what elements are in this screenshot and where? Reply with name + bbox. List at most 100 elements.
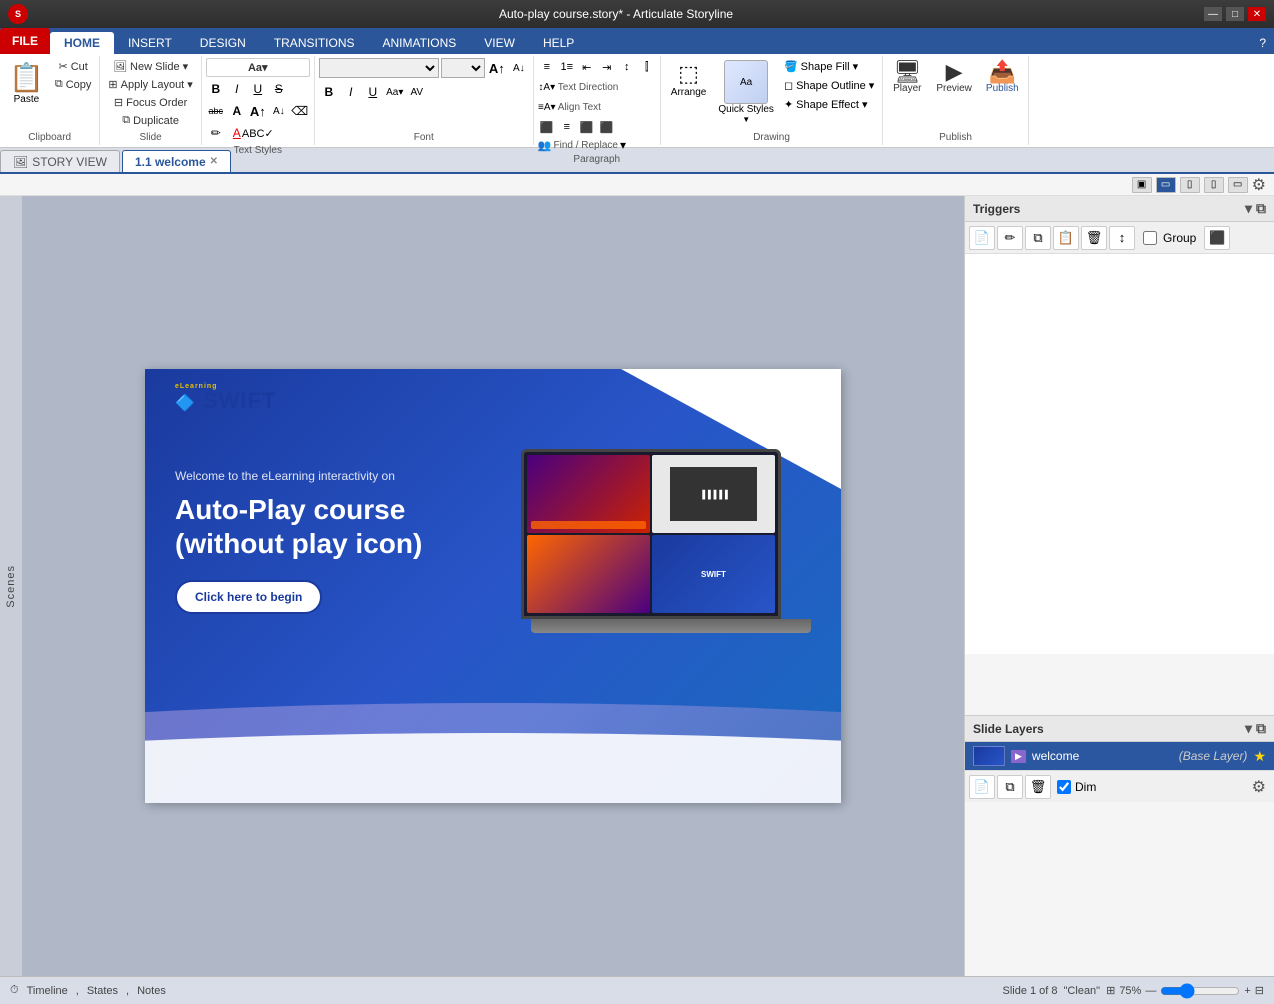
- shape-outline-button[interactable]: ◻ Shape Outline▾: [780, 77, 878, 94]
- player-button[interactable]: 🖥 Player: [887, 58, 927, 97]
- cut-button[interactable]: ✂ Cut: [51, 58, 96, 75]
- view-portrait-btn[interactable]: ▯: [1180, 177, 1200, 193]
- font-size-select[interactable]: [441, 58, 485, 78]
- maximize-button[interactable]: □: [1226, 7, 1244, 21]
- clear-format-btn[interactable]: ⌫: [290, 101, 310, 121]
- new-layer-btn[interactable]: 📄: [969, 775, 995, 799]
- layer-settings-btn[interactable]: ⚙: [1248, 777, 1270, 797]
- align-left-btn[interactable]: ⬛: [538, 118, 556, 136]
- view-normal-btn[interactable]: ▣: [1132, 177, 1152, 193]
- base-layer-item[interactable]: ▶ welcome (Base Layer) ★: [965, 742, 1274, 770]
- font-color-btn[interactable]: A: [227, 101, 247, 121]
- decrease-font-btn[interactable]: A↓: [509, 58, 529, 78]
- fit-page-icon[interactable]: ⊞: [1106, 984, 1115, 997]
- focus-order-button[interactable]: ⊟ Focus Order: [104, 94, 196, 111]
- duplicate-button[interactable]: ⧉ Duplicate: [104, 112, 196, 129]
- indent-dec-btn[interactable]: ⇤: [578, 58, 596, 76]
- triggers-extra-btn[interactable]: ⬛: [1204, 226, 1230, 250]
- minimize-button[interactable]: —: [1204, 7, 1222, 21]
- highlight-btn[interactable]: ✏: [206, 123, 226, 143]
- tab-file[interactable]: FILE: [0, 28, 50, 54]
- canvas-area[interactable]: eLearning 🔷 SWIFT Welcome to the eLearni…: [22, 196, 964, 976]
- align-right-btn[interactable]: ⬛: [578, 118, 596, 136]
- find-replace-label[interactable]: Find / Replace: [553, 140, 617, 151]
- move-trigger-btn[interactable]: ↕: [1109, 226, 1135, 250]
- tab-insert[interactable]: INSERT: [114, 32, 186, 54]
- story-view-tab[interactable]: 🖼 STORY VIEW: [0, 150, 120, 172]
- view-fit-btn[interactable]: ▭: [1156, 177, 1176, 193]
- italic-btn2[interactable]: I: [341, 82, 361, 102]
- new-trigger-btn[interactable]: 📄: [969, 226, 995, 250]
- delete-layer-btn[interactable]: 🗑: [1025, 775, 1051, 799]
- shape-effect-button[interactable]: ✦ Shape Effect▾: [780, 96, 878, 113]
- font-family-select[interactable]: [319, 58, 439, 78]
- group-checkbox[interactable]: [1143, 231, 1157, 245]
- tab-view[interactable]: VIEW: [470, 32, 529, 54]
- apply-layout-button[interactable]: ⊞ Apply Layout▾: [104, 76, 196, 93]
- close-button[interactable]: ✕: [1248, 7, 1266, 21]
- copy-layer-btn[interactable]: ⧉: [997, 775, 1023, 799]
- underline-btn2[interactable]: U: [363, 82, 383, 102]
- layers-collapse-btn[interactable]: ▾: [1245, 720, 1252, 737]
- zoom-out-btn[interactable]: —: [1145, 985, 1156, 997]
- view-mobile-btn[interactable]: ▭: [1228, 177, 1248, 193]
- increase-font-btn[interactable]: A↑: [487, 58, 507, 78]
- columns-btn[interactable]: ⫿: [638, 58, 656, 76]
- tab-animations[interactable]: ANIMATIONS: [368, 32, 470, 54]
- bold-button[interactable]: B: [206, 79, 226, 99]
- bullets-btn[interactable]: ≡: [538, 58, 556, 76]
- new-slide-button[interactable]: 🖼 New Slide▾: [104, 58, 196, 75]
- fit-screen-btn[interactable]: ⊟: [1255, 984, 1264, 997]
- slide-tab-welcome[interactable]: 1.1 welcome ✕: [122, 150, 231, 172]
- paste-trigger-btn[interactable]: 📋: [1053, 226, 1079, 250]
- notes-label[interactable]: Notes: [137, 985, 166, 997]
- triggers-collapse-btn[interactable]: ▾: [1245, 200, 1252, 217]
- tab-close-button[interactable]: ✕: [210, 156, 218, 167]
- tab-design[interactable]: DESIGN: [186, 32, 260, 54]
- tab-transitions[interactable]: TRANSITIONS: [260, 32, 369, 54]
- arrange-button[interactable]: ⬚ Arrange: [665, 58, 713, 101]
- strikethrough-button[interactable]: S: [269, 79, 289, 99]
- text-dir-btn[interactable]: ↕A▾: [538, 78, 556, 96]
- layer-visible-icon[interactable]: ★: [1253, 748, 1266, 765]
- bold-btn2[interactable]: B: [319, 82, 339, 102]
- help-icon[interactable]: ?: [1251, 32, 1274, 54]
- text-styles-dropdown[interactable]: Aa▾: [206, 58, 310, 77]
- view-settings-button[interactable]: ⚙: [1252, 175, 1266, 195]
- slide-begin-button[interactable]: Click here to begin: [175, 580, 322, 614]
- quick-styles-button[interactable]: Aa Quick Styles ▼: [716, 58, 776, 126]
- tab-home[interactable]: HOME: [50, 32, 114, 54]
- tab-help[interactable]: HELP: [529, 32, 588, 54]
- timeline-label[interactable]: Timeline: [27, 985, 68, 997]
- line-spacing-btn[interactable]: ↕: [618, 58, 636, 76]
- numbering-btn[interactable]: 1≡: [558, 58, 576, 76]
- triggers-dock-btn[interactable]: ⧉: [1256, 200, 1266, 217]
- align-text-btn[interactable]: ≡A▾: [538, 98, 556, 116]
- zoom-slider[interactable]: [1160, 983, 1240, 999]
- dim-checkbox[interactable]: [1057, 780, 1071, 794]
- spell-btn[interactable]: ABC✓: [248, 123, 268, 143]
- quick-styles-arrow[interactable]: ▼: [742, 115, 750, 124]
- zoom-in-btn[interactable]: +: [1244, 985, 1250, 997]
- italic-button[interactable]: I: [227, 79, 247, 99]
- copy-button[interactable]: ⧉ Copy: [51, 76, 96, 93]
- publish-button[interactable]: 📤 Publish: [981, 58, 1024, 97]
- indent-inc-btn[interactable]: ⇥: [598, 58, 616, 76]
- char-spacing-btn[interactable]: AV: [407, 82, 427, 102]
- justify-btn[interactable]: ⬛: [598, 118, 616, 136]
- abc-btn[interactable]: abc: [206, 101, 226, 121]
- states-label[interactable]: States: [87, 985, 118, 997]
- delete-trigger-btn[interactable]: 🗑: [1081, 226, 1107, 250]
- paste-button[interactable]: 📋 Paste: [4, 58, 49, 108]
- case-btn[interactable]: Aa▾: [385, 82, 405, 102]
- copy-trigger-btn[interactable]: ⧉: [1025, 226, 1051, 250]
- underline-button[interactable]: U: [248, 79, 268, 99]
- view-landscape-btn[interactable]: ▯: [1204, 177, 1224, 193]
- align-center-btn[interactable]: ≡: [558, 118, 576, 136]
- preview-button[interactable]: ▶ Preview: [931, 58, 977, 97]
- font-size-inc[interactable]: A↑: [248, 101, 268, 121]
- shape-fill-button[interactable]: 🪣 Shape Fill▾: [780, 58, 878, 75]
- layers-dock-btn[interactable]: ⧉: [1256, 720, 1266, 737]
- edit-trigger-btn[interactable]: ✏: [997, 226, 1023, 250]
- font-size-dec[interactable]: A↓: [269, 101, 289, 121]
